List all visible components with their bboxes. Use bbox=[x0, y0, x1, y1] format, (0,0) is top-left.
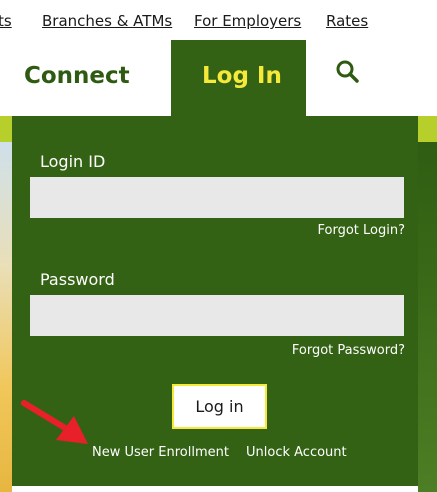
forgot-password-link[interactable]: Forgot Password? bbox=[292, 343, 405, 358]
login-id-label: Login ID bbox=[40, 152, 106, 171]
search-icon bbox=[336, 60, 359, 83]
nav-link-accounts[interactable]: ts bbox=[0, 12, 12, 30]
unlock-account-link[interactable]: Unlock Account bbox=[246, 445, 347, 460]
main-nav: Connect Log In bbox=[0, 40, 437, 116]
nav-link-for-employers[interactable]: For Employers bbox=[194, 12, 301, 30]
page-bottom bbox=[12, 486, 418, 492]
login-submit-button[interactable]: Log in bbox=[172, 384, 267, 429]
red-arrow-icon bbox=[21, 400, 88, 444]
search-button[interactable] bbox=[334, 58, 360, 84]
login-tab-label: Log In bbox=[202, 63, 282, 89]
background-photo-left bbox=[0, 142, 12, 492]
forgot-login-link[interactable]: Forgot Login? bbox=[318, 223, 406, 238]
connect-menu[interactable]: Connect bbox=[24, 63, 130, 89]
background-photo-right bbox=[418, 142, 437, 492]
login-id-input[interactable] bbox=[30, 177, 404, 218]
nav-link-branches-atms[interactable]: Branches & ATMs bbox=[42, 12, 172, 30]
utility-nav: ts Branches & ATMs For Employers Rates bbox=[0, 0, 437, 40]
new-user-enrollment-link[interactable]: New User Enrollment bbox=[92, 445, 229, 460]
login-tab[interactable]: Log In bbox=[171, 40, 306, 116]
password-label: Password bbox=[40, 270, 115, 289]
password-input[interactable] bbox=[30, 295, 404, 336]
nav-link-rates[interactable]: Rates bbox=[326, 12, 368, 30]
